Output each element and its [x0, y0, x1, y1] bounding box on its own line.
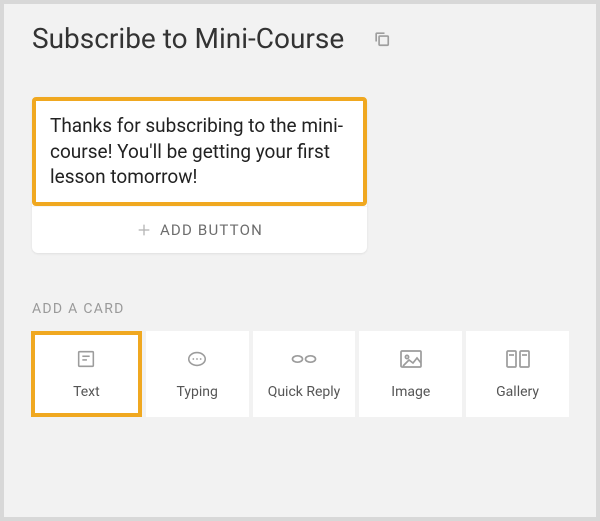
editor-canvas: Subscribe to Mini-Course Thanks for subs… — [4, 4, 596, 517]
add-card-label: ADD A CARD — [32, 301, 568, 317]
add-button[interactable]: ADD BUTTON — [32, 206, 367, 253]
title-row: Subscribe to Mini-Course — [32, 22, 568, 55]
add-button-label: ADD BUTTON — [160, 221, 263, 239]
card-type-text[interactable]: Text — [31, 331, 142, 417]
card-type-list: Text Typing Quick Reply — [31, 331, 569, 417]
message-text[interactable]: Thanks for subscribing to the mini-cours… — [32, 97, 367, 206]
page-title: Subscribe to Mini-Course — [32, 22, 344, 55]
card-type-gallery[interactable]: Gallery — [466, 331, 569, 417]
card-type-label: Image — [391, 384, 430, 400]
copy-icon[interactable] — [372, 29, 392, 49]
typing-icon — [186, 348, 208, 370]
message-card: Thanks for subscribing to the mini-cours… — [32, 97, 367, 253]
card-type-quick-reply[interactable]: Quick Reply — [253, 331, 356, 417]
quick-reply-icon — [291, 348, 317, 370]
text-card-icon — [75, 348, 97, 370]
card-type-label: Text — [73, 384, 100, 400]
gallery-icon — [505, 348, 531, 370]
card-type-label: Quick Reply — [268, 384, 341, 400]
card-type-image[interactable]: Image — [359, 331, 462, 417]
card-type-label: Gallery — [496, 384, 539, 400]
card-type-typing[interactable]: Typing — [146, 331, 249, 417]
card-type-label: Typing — [177, 384, 218, 400]
image-icon — [399, 348, 423, 370]
plus-icon — [136, 222, 152, 238]
